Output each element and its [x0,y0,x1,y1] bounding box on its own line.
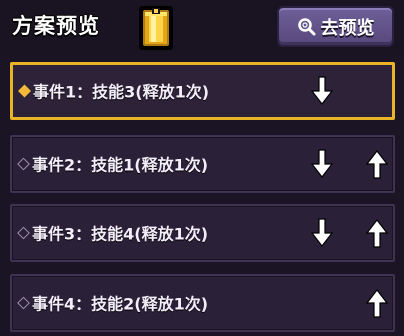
diamond-icon [17,157,30,171]
page-title: 方案预览 [12,14,100,38]
diamond-icon [17,296,30,310]
diamond-icon [17,226,30,240]
header-bar: 方案预览 去预览 [0,0,404,56]
go-preview-button[interactable]: 去预览 [277,6,394,47]
move-down-arrow-icon[interactable] [311,218,333,248]
search-icon [297,17,317,37]
move-down-arrow-icon[interactable] [311,76,333,106]
event-row-4[interactable]: 事件4：技能2(释放1次) [10,274,395,332]
event-label: 事件1：技能3(释放1次) [33,82,210,102]
event-label: 事件4：技能2(释放1次) [32,294,209,314]
event-label: 事件2：技能1(释放1次) [32,155,209,175]
event-row-2[interactable]: 事件2：技能1(释放1次) [10,135,395,193]
event-row-1[interactable]: 事件1：技能3(释放1次) [10,62,395,120]
move-down-arrow-icon[interactable] [311,149,333,179]
go-preview-label: 去预览 [320,17,375,39]
move-up-arrow-icon[interactable] [366,218,388,248]
event-row-3[interactable]: 事件3：技能4(释放1次) [10,204,395,262]
gold-bar-icon [136,4,176,52]
move-up-arrow-icon[interactable] [366,149,388,179]
selected-diamond-icon [18,84,31,98]
event-label: 事件3：技能4(释放1次) [32,224,209,244]
move-up-arrow-icon[interactable] [366,288,388,318]
